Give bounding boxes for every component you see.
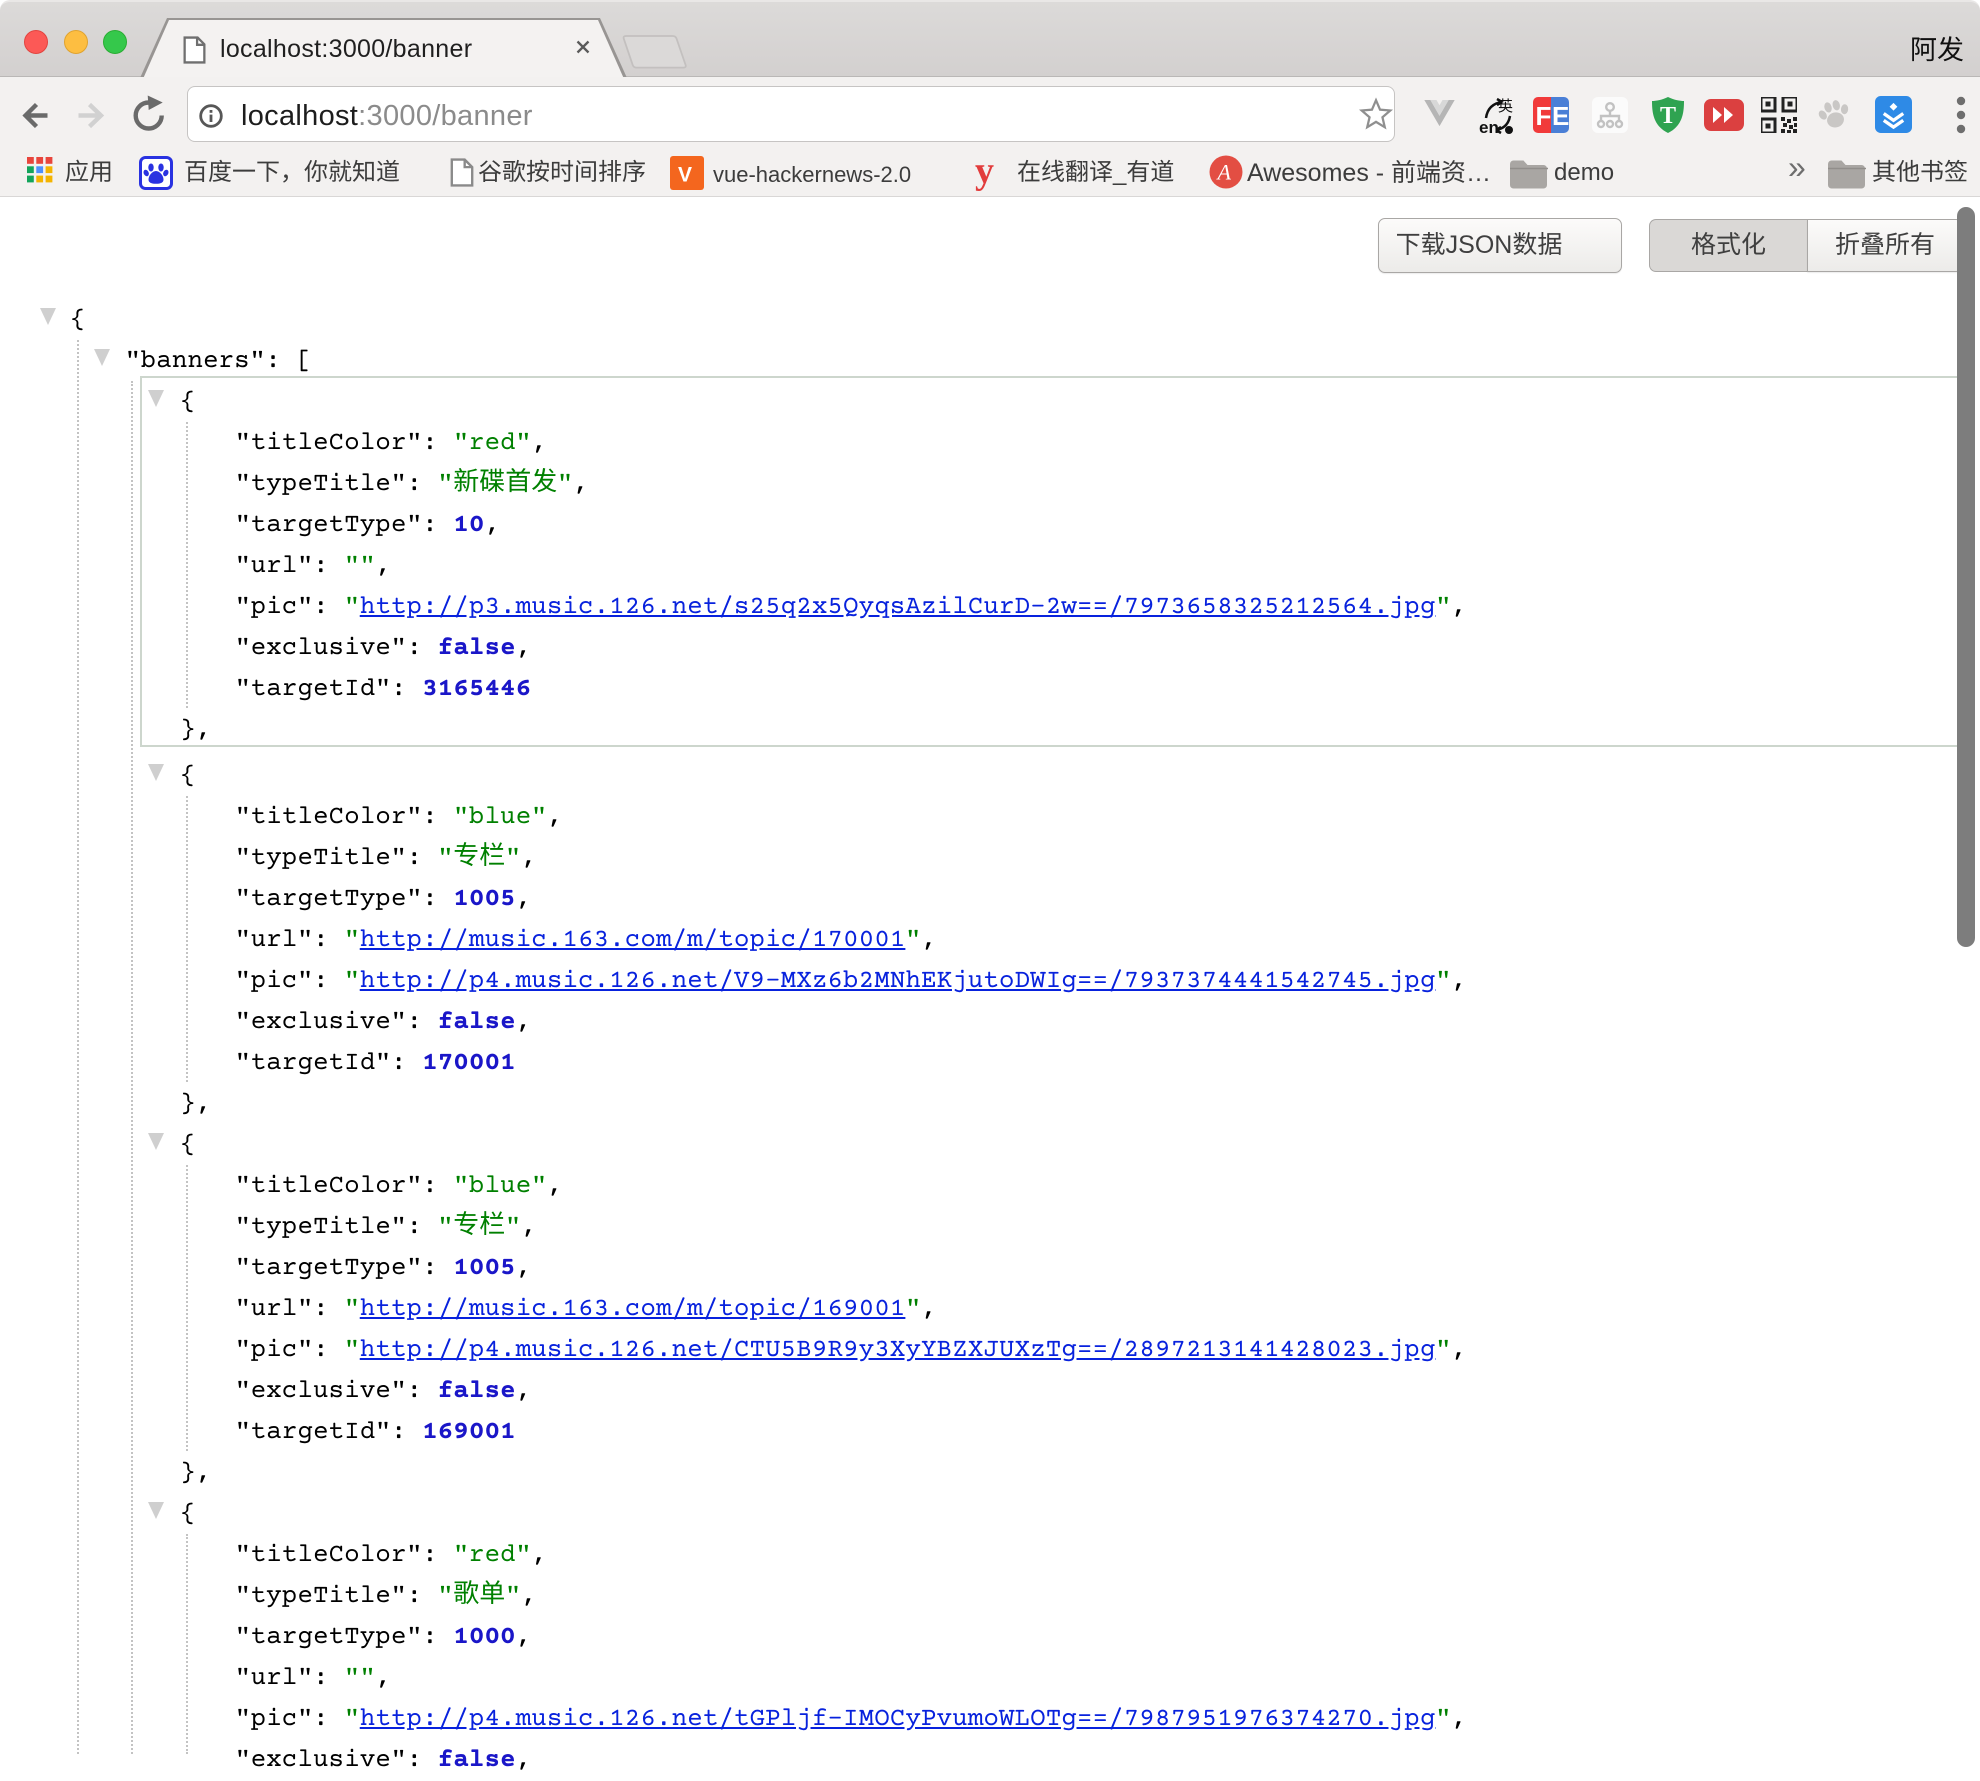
- svg-text:英: 英: [1498, 96, 1513, 116]
- svg-text:en: en: [1479, 118, 1499, 136]
- svg-text:A: A: [1216, 160, 1232, 185]
- svg-text:V: V: [678, 164, 692, 187]
- svg-text:F: F: [1536, 101, 1552, 131]
- svg-text:y: y: [975, 153, 994, 191]
- svg-text:T: T: [1660, 103, 1676, 129]
- svg-text:E: E: [1552, 101, 1569, 131]
